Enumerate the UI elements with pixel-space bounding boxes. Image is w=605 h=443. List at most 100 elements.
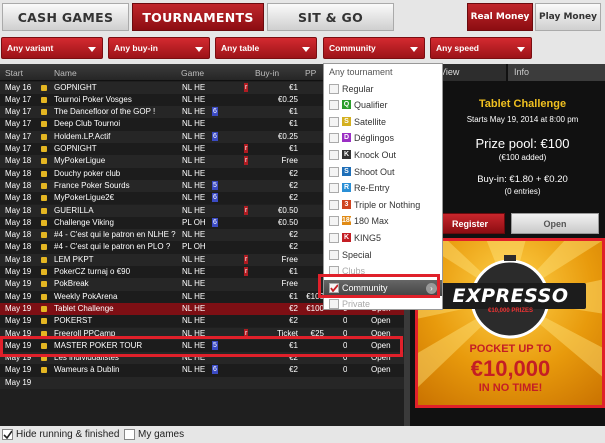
dropdown-checkbox[interactable] (329, 199, 339, 210)
footer-bar: Hide running & finished My games (0, 426, 605, 443)
panel-prize-pool: Prize pool: €100 (475, 136, 570, 151)
dropdown-item[interactable]: S Satellite (324, 114, 442, 131)
open-button[interactable]: Open (511, 213, 599, 234)
row-buyin: Free (281, 254, 298, 264)
row-game: NL HE (182, 94, 206, 104)
row-buyin: €1 (289, 144, 298, 153)
dropdown-item[interactable]: K Knock Out (324, 147, 442, 164)
dropdown-item[interactable]: Regular (324, 81, 442, 98)
lock-icon (41, 96, 47, 103)
dropdown-checkbox[interactable] (329, 116, 339, 127)
tournament-type-icon: S (342, 166, 351, 176)
dropdown-item[interactable]: R Re-Entry (324, 180, 442, 197)
lock-icon (41, 207, 47, 214)
dropdown-checkbox[interactable] (329, 83, 339, 94)
dropdown-checkbox[interactable] (329, 233, 339, 243)
dropdown-item-label: Regular (342, 83, 374, 94)
row-name: LEM PKPT (54, 254, 94, 264)
row-game: NL HE (182, 144, 206, 153)
dropdown-checkbox[interactable] (329, 100, 339, 111)
column-name[interactable]: Name (54, 68, 77, 78)
tournament-type-icon: Q (342, 100, 351, 110)
dropdown-checkbox[interactable] (329, 249, 339, 260)
real-money-button[interactable]: Real Money (467, 3, 533, 31)
row-name: GOPNIGHT (54, 144, 97, 153)
table-row[interactable]: May 19 POKERST NL HE €2 0 Open (0, 315, 404, 328)
speed-filter[interactable]: Any speed (430, 37, 532, 59)
my-games-checkbox[interactable] (124, 429, 135, 440)
dropdown-checkbox[interactable] (329, 133, 339, 144)
column-buyin[interactable]: Buy-in (255, 68, 279, 78)
variant-filter[interactable]: Any variant (1, 37, 103, 59)
column-game[interactable]: Game (181, 68, 204, 78)
row-date: May 17 (5, 119, 32, 129)
tab-info[interactable]: Info (508, 64, 605, 81)
row-game: NL HE (182, 131, 206, 141)
row-date: May 18 (5, 205, 32, 215)
tab-tournaments[interactable]: TOURNAMENTS (132, 3, 264, 31)
row-name: MyPokerLigue (54, 156, 106, 166)
row-buyin: €1 (289, 291, 298, 301)
lock-icon (41, 84, 47, 91)
row-name: Challenge Viking (54, 217, 114, 227)
tab-sit-and-go[interactable]: SIT & GO (267, 3, 394, 31)
column-start[interactable]: Start (5, 68, 23, 78)
row-buyin: Free (281, 156, 298, 166)
dropdown-checkbox[interactable] (329, 299, 339, 310)
dropdown-item[interactable]: 3 Triple or Nothing (324, 197, 442, 214)
tournament-type-dropdown: Any tournament Regular Q Qualifier S Satelli… (323, 63, 443, 310)
dropdown-item[interactable]: Private (324, 296, 442, 313)
table-filter-label: Any table (221, 43, 260, 53)
tournament-type-icon: 180 (342, 216, 354, 226)
dropdown-item[interactable]: 180 180 Max (324, 213, 442, 230)
table-filter[interactable]: Any table (215, 37, 317, 59)
panel-entries: (0 entries) (504, 187, 541, 196)
dropdown-checkbox[interactable] (329, 166, 339, 177)
row-name: PokerCZ turnaj o €90 (54, 267, 131, 276)
panel-start-time: Starts May 19, 2014 at 8:00 pm (466, 115, 579, 124)
type-filter[interactable]: Community (323, 37, 425, 59)
dropdown-item[interactable]: Q Qualifier (324, 97, 442, 114)
play-money-button[interactable]: Play Money (535, 3, 601, 31)
hide-running-label: Hide running & finished (16, 429, 120, 440)
row-name: POKERST (54, 316, 93, 326)
table-row[interactable]: May 19 (0, 376, 404, 389)
dropdown-checkbox[interactable] (329, 150, 339, 160)
game-type-badge-icon: r (244, 156, 249, 166)
dropdown-item[interactable]: K KING5 (324, 230, 442, 247)
row-date: May 19 (5, 267, 32, 276)
lock-icon (41, 121, 47, 128)
lock-icon (41, 281, 47, 288)
dropdown-checkbox[interactable] (329, 183, 339, 194)
dropdown-checkbox[interactable] (329, 216, 339, 227)
row-status: Open (371, 316, 391, 326)
table-row[interactable]: May 19 Wameurs à Dublin NL HE 6 €2 0 Open (0, 364, 404, 377)
row-name: MyPokerLigue2€ (54, 193, 115, 203)
dropdown-item[interactable]: Special (324, 247, 442, 264)
buyin-filter-label: Any buy-in (114, 43, 158, 53)
chevron-down-icon (517, 47, 525, 52)
game-type-badge-icon: 6 (212, 107, 218, 117)
row-name: PokBreak (54, 279, 89, 289)
dropdown-item[interactable]: D Déglingos (324, 130, 442, 147)
row-date: May 17 (5, 144, 32, 153)
row-game: NL HE (182, 254, 206, 264)
row-date: May 19 (5, 377, 32, 387)
dropdown-item-label: Special (342, 249, 372, 260)
row-buyin: €1 (289, 267, 298, 276)
row-buyin: €1 (289, 82, 298, 92)
chevron-down-icon (302, 47, 310, 52)
row-name: France Poker Sourds (54, 180, 130, 190)
tournament-type-icon: K (342, 150, 351, 159)
row-date: May 16 (5, 82, 32, 92)
buyin-filter[interactable]: Any buy-in (108, 37, 210, 59)
promo-highlight-frame (415, 238, 605, 408)
hide-running-checkbox[interactable] (2, 429, 13, 440)
lock-icon (41, 146, 47, 152)
register-button[interactable]: Register (435, 213, 505, 234)
dropdown-item[interactable]: S Shoot Out (324, 164, 442, 181)
tab-cash-games[interactable]: CASH GAMES (2, 3, 129, 31)
dropdown-item-label: Shoot Out (354, 166, 395, 177)
column-pp[interactable]: PP (305, 68, 316, 78)
dropdown-header[interactable]: Any tournament (324, 64, 442, 81)
